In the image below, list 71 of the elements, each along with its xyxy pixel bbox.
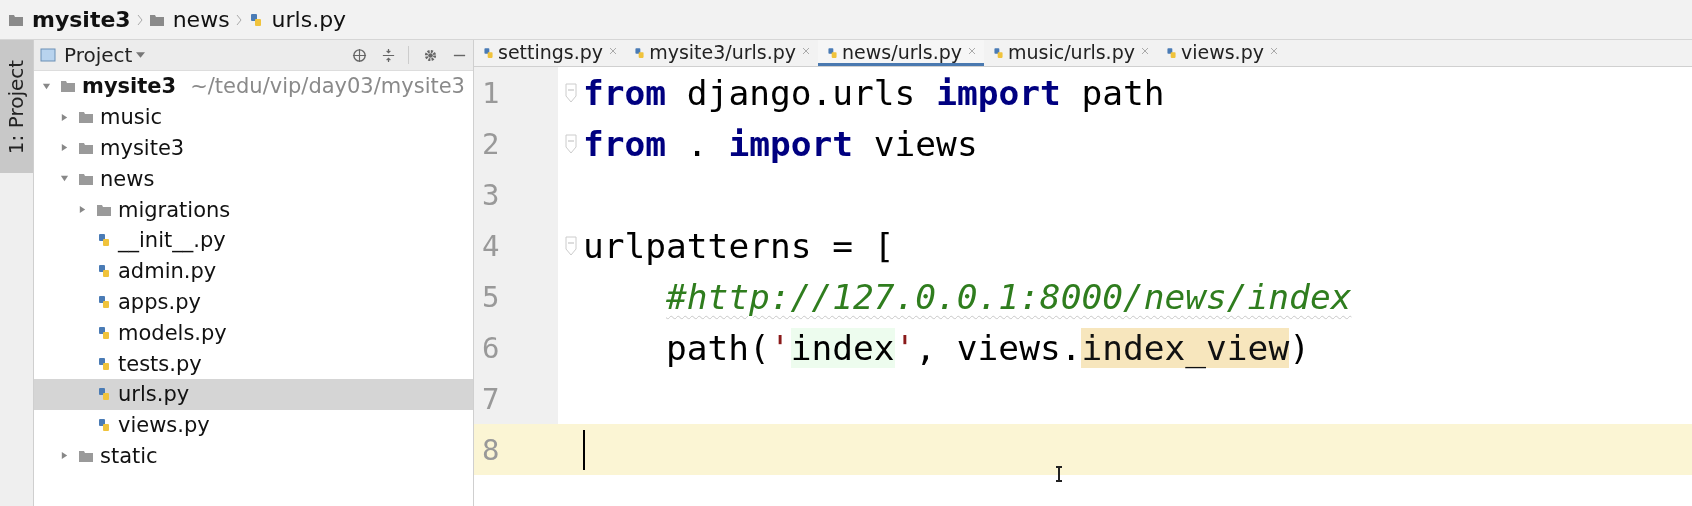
close-icon[interactable]: [968, 47, 976, 55]
python-file-icon: [96, 263, 112, 280]
tree-item[interactable]: urls.py: [34, 378, 473, 410]
fold-marker-icon[interactable]: [564, 82, 577, 103]
code-line: from . import views: [583, 123, 978, 164]
python-file-icon: [1164, 46, 1178, 60]
breadcrumb-item[interactable]: news: [172, 7, 230, 32]
tree-item[interactable]: news: [34, 163, 473, 195]
close-icon[interactable]: [609, 47, 618, 55]
tree-item[interactable]: mysite3 ~/tedu/vip/day03/mysite3: [34, 71, 473, 102]
collapsed-arrow-icon[interactable]: [78, 205, 87, 215]
window-icon: [40, 47, 56, 63]
python-file-icon: [96, 355, 112, 372]
code-line: path('index', views.index_view): [666, 327, 1310, 368]
code-line: from django.urls import path: [583, 72, 1165, 113]
line-number: 3: [474, 169, 558, 220]
editor-tab[interactable]: mysite3/urls.py: [625, 40, 819, 66]
expanded-arrow-icon[interactable]: [60, 174, 69, 184]
python-file-icon: [482, 46, 495, 60]
python-file-icon: [96, 324, 112, 341]
code-line: #http://127.0.0.1:8000/news/index: [666, 276, 1352, 317]
folder-icon: [78, 140, 94, 156]
python-file-icon: [96, 293, 112, 310]
tree-item[interactable]: mysite3: [34, 132, 473, 164]
i-beam-cursor-icon: [1055, 466, 1063, 482]
python-file-icon: [633, 46, 647, 60]
tree-item[interactable]: admin.py: [34, 255, 473, 287]
panel-title[interactable]: Project: [64, 43, 133, 67]
collapsed-arrow-icon[interactable]: [60, 143, 69, 153]
collapsed-arrow-icon[interactable]: [60, 451, 69, 461]
close-icon[interactable]: [1269, 47, 1278, 55]
text-cursor: [583, 429, 585, 470]
fold-marker-icon[interactable]: [564, 133, 577, 154]
python-file-icon: [992, 46, 1005, 60]
line-number: 2: [474, 118, 558, 169]
line-number: 1: [474, 67, 558, 118]
line-number: 5: [474, 271, 558, 322]
editor-tab[interactable]: settings.py: [474, 40, 626, 66]
expanded-arrow-icon[interactable]: [42, 81, 51, 91]
python-file-icon: [96, 232, 112, 249]
close-icon[interactable]: [802, 47, 811, 55]
tree-item[interactable]: models.py: [34, 317, 473, 349]
settings-icon[interactable]: [423, 47, 438, 63]
crosshair-icon[interactable]: [352, 47, 367, 63]
tree-item[interactable]: music: [34, 101, 473, 133]
breadcrumb-item[interactable]: urls.py: [271, 7, 347, 32]
line-number: 4: [474, 220, 558, 271]
python-file-icon: [826, 46, 840, 60]
fold-marker-icon[interactable]: [564, 235, 577, 256]
python-file-icon: [96, 417, 112, 434]
folder-icon: [78, 109, 94, 126]
tree-item[interactable]: tests.py: [34, 348, 473, 379]
python-file-icon: [96, 386, 112, 403]
editor-tab[interactable]: news/urls.py: [818, 40, 984, 66]
collapse-icon[interactable]: [381, 47, 396, 63]
code-line: urlpatterns = [: [583, 225, 895, 266]
caret-icon[interactable]: [136, 52, 146, 58]
line-number: 6: [474, 322, 558, 373]
tree-item[interactable]: migrations: [34, 194, 473, 225]
tree-item[interactable]: apps.py: [34, 286, 473, 318]
editor-tab[interactable]: music/urls.py: [984, 40, 1157, 66]
collapsed-arrow-icon[interactable]: [60, 112, 69, 122]
tree-item[interactable]: views.py: [34, 409, 473, 441]
project-tool-tab[interactable]: 1: Project: [0, 40, 33, 173]
tree-item[interactable]: __init__.py: [34, 225, 473, 256]
line-number: 7: [474, 373, 558, 424]
editor-tab[interactable]: views.py: [1156, 40, 1286, 66]
tree-item[interactable]: static: [34, 440, 473, 472]
breadcrumb-item[interactable]: mysite3: [32, 7, 131, 32]
close-icon[interactable]: [1140, 47, 1149, 55]
folder-icon: [60, 78, 76, 95]
